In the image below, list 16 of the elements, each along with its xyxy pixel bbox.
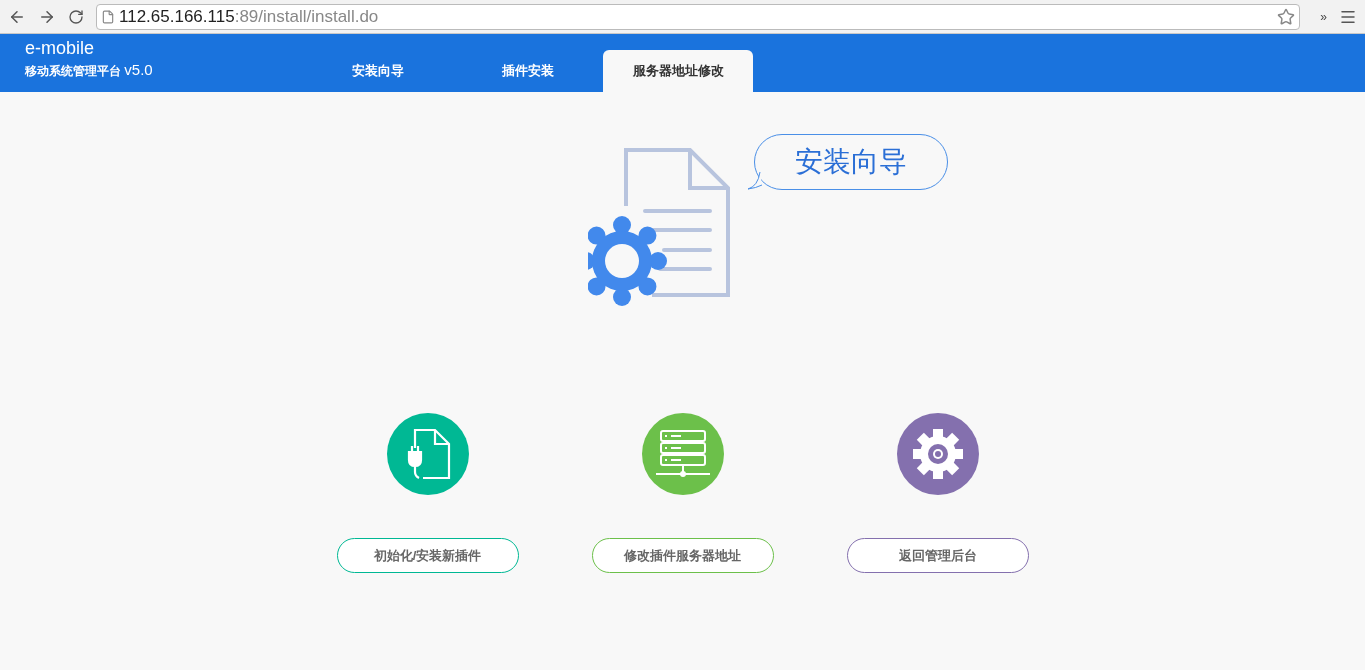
page-icon [101, 9, 115, 24]
nav-tab[interactable]: 服务器地址修改 [603, 50, 753, 92]
nav-tab[interactable]: 插件安装 [453, 50, 603, 92]
nav-tab[interactable]: 安装向导 [303, 50, 453, 92]
app-name: e-mobile [25, 37, 96, 59]
action-button[interactable]: 修改插件服务器地址 [591, 538, 774, 573]
action-button[interactable]: 初始化/安装新插件 [336, 538, 519, 573]
address-bar[interactable]: 112.65.166.115:89/install/install.do [96, 3, 1301, 30]
gear-icon [911, 428, 964, 480]
reload-icon[interactable] [68, 8, 84, 25]
bookmark-star-icon[interactable] [1277, 7, 1296, 26]
action-button[interactable]: 返回管理后台 [846, 538, 1029, 573]
overflow-chevron[interactable]: » [1320, 7, 1327, 26]
app-subtitle: 移动系统管理平台 v5.0 [25, 60, 154, 80]
url-text: 112.65.166.115:89/install/install.do [119, 5, 379, 28]
server-icon [654, 429, 711, 479]
